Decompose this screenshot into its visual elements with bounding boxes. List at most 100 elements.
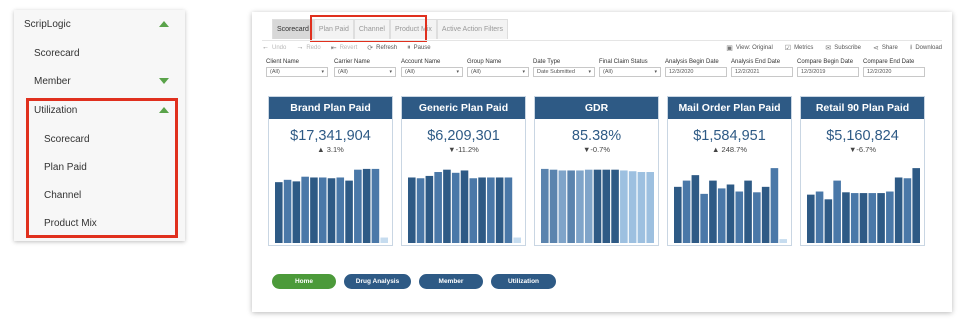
bar[interactable]: [549, 169, 558, 243]
undo-button[interactable]: ← Undo: [262, 44, 286, 51]
bar[interactable]: [354, 169, 362, 243]
redo-button[interactable]: → Redo: [296, 44, 320, 51]
bar[interactable]: [408, 177, 416, 243]
bar[interactable]: [425, 175, 434, 243]
nav-item-scorecard[interactable]: Scorecard: [34, 39, 205, 67]
filter-dropdown[interactable]: (All) ▾: [467, 67, 529, 77]
nav-subitem-plan-paid[interactable]: Plan Paid: [44, 153, 215, 181]
filter-dropdown[interactable]: Date Submitted ▾: [533, 67, 595, 77]
bar[interactable]: [301, 176, 309, 243]
bar[interactable]: [380, 237, 388, 243]
nav-header-scriplogic[interactable]: ScripLogic: [24, 10, 195, 38]
triangle-down-icon[interactable]: [159, 78, 169, 84]
view-original-button[interactable]: ▣ View: Original: [726, 44, 773, 52]
bar[interactable]: [451, 172, 460, 243]
bar[interactable]: [868, 193, 877, 243]
bar[interactable]: [753, 192, 761, 243]
bar[interactable]: [283, 179, 292, 243]
download-button[interactable]: ⭳ Download: [910, 43, 942, 54]
share-button[interactable]: ⋖ Share: [873, 44, 898, 52]
kpi-card-brand-plan-paid[interactable]: Brand Plan Paid $17,341,904 ▲ 3.1%: [268, 96, 393, 246]
bar[interactable]: [637, 172, 646, 243]
nav-subitem-product-mix[interactable]: Product Mix: [44, 209, 215, 237]
bar[interactable]: [726, 184, 735, 244]
bar[interactable]: [336, 177, 345, 243]
bar[interactable]: [779, 239, 787, 243]
bar[interactable]: [602, 169, 611, 243]
triangle-up-icon[interactable]: [159, 107, 169, 113]
bar[interactable]: [611, 169, 619, 243]
bar[interactable]: [682, 180, 691, 243]
utilization-button[interactable]: Utilization: [491, 274, 556, 289]
bar[interactable]: [460, 170, 469, 243]
bar[interactable]: [434, 172, 442, 243]
bar[interactable]: [761, 186, 770, 243]
tab-scorecard[interactable]: Scorecard: [272, 19, 314, 39]
nav-subitem-scorecard[interactable]: Scorecard: [44, 125, 215, 153]
tab-active-action-filters[interactable]: Active Action Filters: [436, 19, 508, 39]
bar[interactable]: [886, 191, 894, 243]
metrics-button[interactable]: ☑ Metrics: [785, 44, 814, 52]
bar[interactable]: [504, 177, 513, 243]
bar[interactable]: [815, 191, 824, 243]
bar[interactable]: [310, 177, 318, 243]
bar[interactable]: [345, 180, 353, 243]
bar[interactable]: [275, 182, 283, 243]
date-input[interactable]: 12/2/2020: [863, 67, 925, 77]
nav-item-utilization[interactable]: Utilization: [34, 96, 205, 124]
bar[interactable]: [850, 193, 859, 243]
bar[interactable]: [628, 171, 637, 243]
bar[interactable]: [894, 177, 903, 243]
bar[interactable]: [593, 169, 602, 243]
member-button[interactable]: Member: [419, 274, 483, 289]
bar[interactable]: [770, 168, 779, 243]
kpi-card-generic-plan-paid[interactable]: Generic Plan Paid $6,209,301 ▼-11.2%: [401, 96, 526, 246]
bar[interactable]: [584, 169, 593, 243]
nav-item-member[interactable]: Member: [34, 67, 205, 95]
filter-dropdown[interactable]: (All) ▾: [266, 67, 328, 77]
bar[interactable]: [859, 193, 868, 243]
bar[interactable]: [717, 188, 726, 243]
date-input[interactable]: 12/3/2020: [665, 67, 727, 77]
bar[interactable]: [576, 170, 584, 243]
bar[interactable]: [327, 178, 336, 243]
date-input[interactable]: 12/3/2019: [797, 67, 859, 77]
bar[interactable]: [877, 193, 885, 243]
bar[interactable]: [620, 170, 628, 243]
bar[interactable]: [292, 181, 301, 243]
bar[interactable]: [842, 192, 850, 243]
kpi-card-gdr[interactable]: GDR 85.38% ▼-0.7%: [534, 96, 659, 246]
tab-channel[interactable]: Channel: [353, 19, 390, 39]
bar[interactable]: [541, 168, 549, 243]
bar[interactable]: [674, 186, 682, 243]
bar[interactable]: [807, 194, 815, 243]
bar[interactable]: [469, 178, 478, 243]
pause-button[interactable]: ⏸ Pause: [407, 44, 431, 52]
kpi-card-retail-90-plan-paid[interactable]: Retail 90 Plan Paid $5,160,824 ▼-6.7%: [800, 96, 925, 246]
bar[interactable]: [744, 180, 752, 243]
date-input[interactable]: 12/2/2021: [731, 67, 793, 77]
bar[interactable]: [362, 168, 371, 243]
bar[interactable]: [912, 168, 920, 243]
bar[interactable]: [478, 177, 486, 243]
bar[interactable]: [735, 191, 744, 243]
bar[interactable]: [558, 170, 567, 243]
tab-plan-paid[interactable]: Plan Paid: [313, 19, 354, 39]
bar[interactable]: [646, 172, 654, 243]
bar[interactable]: [700, 193, 708, 243]
bar[interactable]: [513, 237, 521, 243]
kpi-card-mail-order-plan-paid[interactable]: Mail Order Plan Paid $1,584,951 ▲ 248.7%: [667, 96, 792, 246]
refresh-button[interactable]: ⟳ Refresh: [367, 44, 397, 52]
bar[interactable]: [443, 169, 451, 243]
bar[interactable]: [318, 177, 327, 243]
tab-product-mix[interactable]: Product Mix: [389, 19, 437, 39]
home-button[interactable]: Home: [272, 274, 336, 289]
bar[interactable]: [567, 170, 575, 243]
subscribe-button[interactable]: ✉ Subscribe: [825, 44, 861, 52]
bar[interactable]: [824, 199, 833, 243]
bar[interactable]: [495, 177, 504, 243]
bar[interactable]: [691, 175, 700, 243]
nav-subitem-channel[interactable]: Channel: [44, 181, 215, 209]
bar[interactable]: [487, 177, 495, 243]
bar[interactable]: [371, 168, 380, 243]
